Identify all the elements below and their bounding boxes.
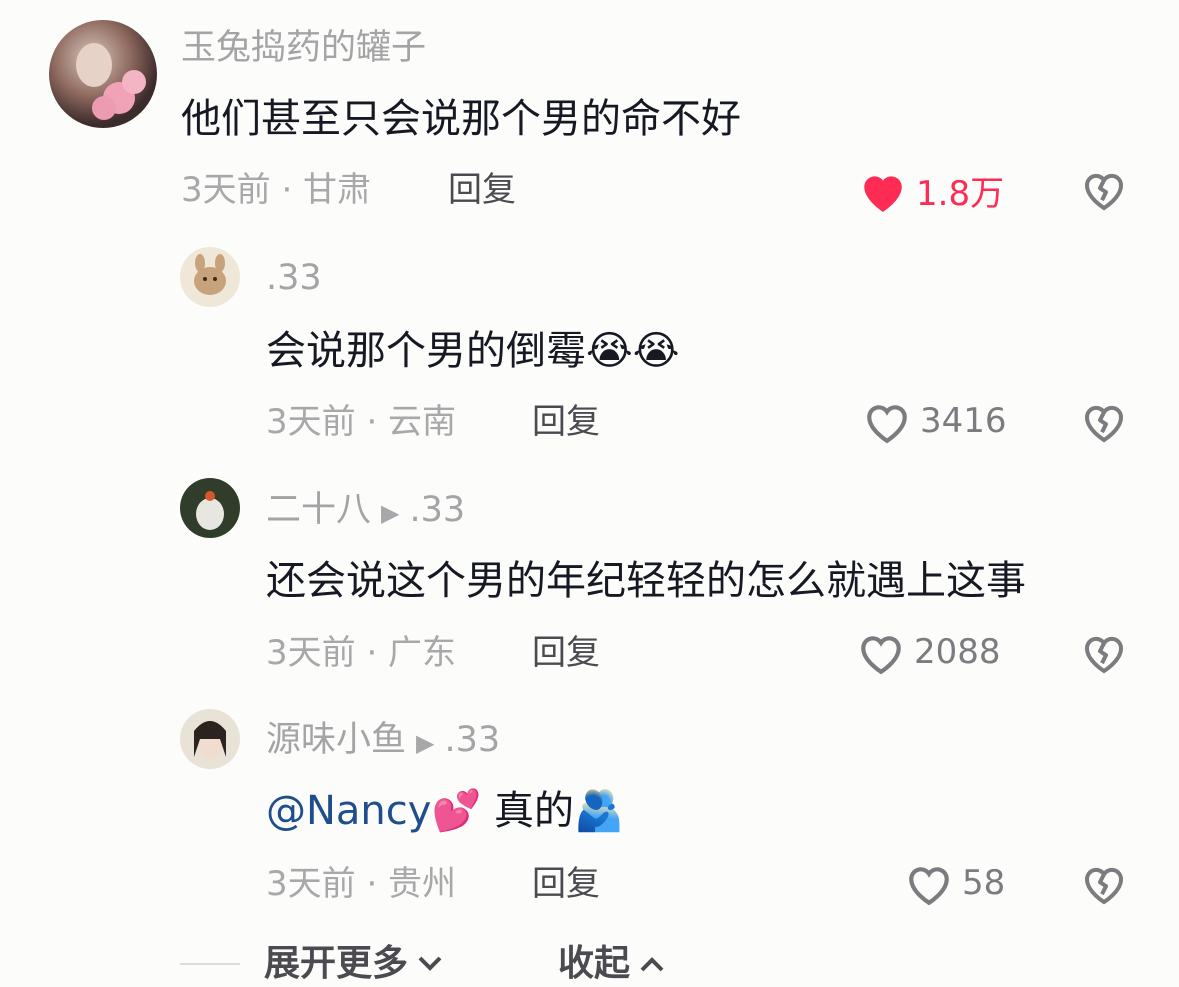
dislike-button[interactable]	[1080, 629, 1128, 679]
username[interactable]: 源味小鱼	[266, 720, 406, 760]
heart-outline-icon	[909, 867, 949, 906]
reply-to-username[interactable]: .33	[409, 490, 465, 530]
like-count: 3416	[920, 401, 1007, 441]
comment-meta: 3天前 · 甘肃	[181, 170, 372, 210]
broken-heart-icon	[1085, 405, 1123, 443]
like-button[interactable]: 58	[904, 860, 1005, 906]
chevron-up-icon	[640, 957, 664, 972]
reply-header: 源味小鱼 ▶ .33	[266, 720, 500, 763]
reply-arrow-icon: ▶	[416, 729, 435, 757]
collapse-button[interactable]: 收起	[558, 944, 666, 984]
reply-button[interactable]: 回复	[532, 633, 600, 673]
crying-face-emoji: 😭😭	[586, 328, 680, 374]
like-button[interactable]: 3416	[862, 398, 1007, 444]
hug-emoji: 🫂	[573, 788, 624, 834]
like-count: 58	[962, 863, 1006, 903]
reply-button[interactable]: 回复	[448, 170, 516, 210]
avatar-image	[194, 254, 226, 295]
like-button[interactable]: 2088	[856, 629, 1001, 675]
heart-filled-icon	[864, 175, 902, 212]
avatar[interactable]	[49, 20, 157, 128]
reply-meta: 3天前 · 云南	[266, 402, 457, 442]
chevron-down-icon	[418, 956, 442, 971]
expand-more-label: 展开更多	[264, 943, 409, 984]
divider	[180, 963, 240, 965]
username[interactable]: .33	[266, 258, 322, 298]
collapse-label: 收起	[558, 943, 631, 984]
avatar-image	[196, 491, 224, 530]
reply-text: @Nancy💕 真的🫂	[266, 786, 624, 836]
broken-heart-icon	[1085, 636, 1123, 674]
reply-text: 会说那个男的倒霉😭😭	[266, 326, 679, 376]
mention-link[interactable]: @Nancy	[266, 788, 431, 834]
reply-to-username[interactable]: .33	[444, 720, 500, 760]
broken-heart-icon	[1085, 867, 1123, 905]
dislike-button[interactable]	[1080, 166, 1128, 216]
avatar-image	[194, 721, 226, 759]
avatar-image	[76, 43, 146, 120]
like-count: 1.8万	[916, 174, 1005, 214]
like-button[interactable]: 1.8万	[858, 166, 1004, 215]
broken-heart-icon	[1085, 173, 1123, 211]
dislike-button[interactable]	[1080, 398, 1128, 448]
reply-text: 还会说这个男的年纪轻轻的怎么就遇上这事	[266, 558, 1026, 604]
reply-button[interactable]: 回复	[532, 402, 600, 442]
reply-meta: 3天前 · 广东	[266, 633, 457, 673]
reply-meta: 3天前 · 贵州	[266, 864, 457, 904]
two-hearts-emoji: 💕	[431, 788, 482, 834]
heart-outline-icon	[861, 636, 901, 675]
reply-text-content: 会说那个男的倒霉	[266, 328, 586, 374]
expand-more-button[interactable]: 展开更多	[264, 944, 444, 984]
comment-text: 他们甚至只会说那个男的命不好	[181, 96, 741, 142]
username[interactable]: 二十八	[266, 490, 371, 530]
reply-button[interactable]: 回复	[532, 864, 600, 904]
reply-text-content: 真的	[493, 788, 574, 834]
reply-header: 二十八 ▶ .33	[266, 490, 465, 533]
username[interactable]: 玉兔捣药的罐子	[181, 28, 426, 68]
avatar[interactable]	[180, 478, 240, 538]
reply-arrow-icon: ▶	[381, 499, 400, 527]
avatar[interactable]	[180, 709, 240, 769]
avatar[interactable]	[180, 247, 240, 307]
heart-outline-icon	[867, 405, 907, 444]
like-count: 2088	[914, 632, 1001, 672]
dislike-button[interactable]	[1080, 860, 1128, 910]
